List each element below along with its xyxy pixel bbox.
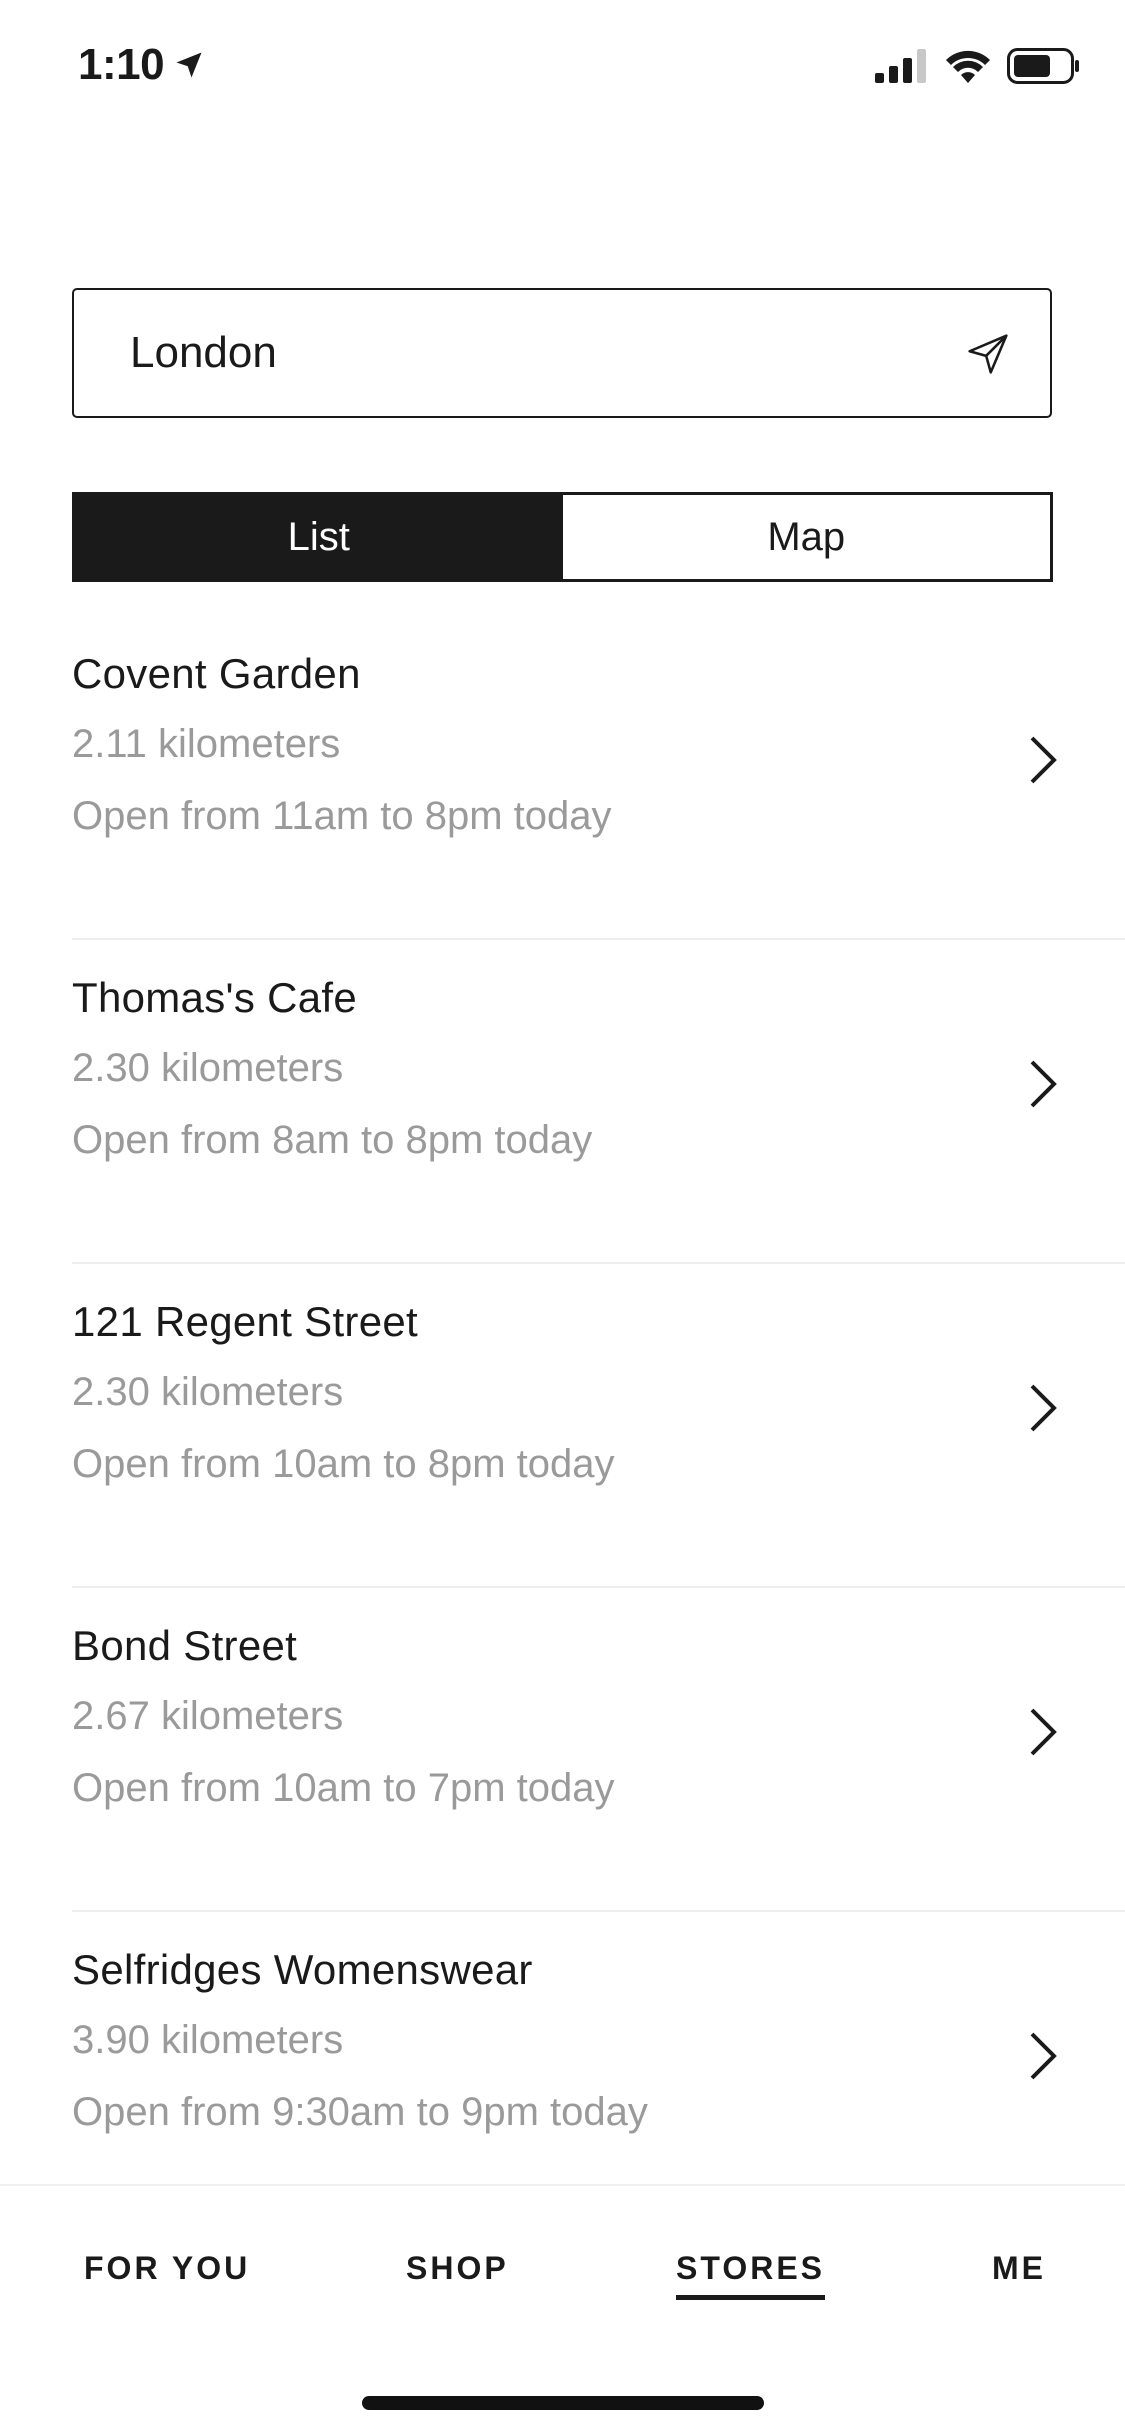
store-distance: 2.30 kilometers — [72, 1370, 344, 1414]
chevron-right-icon[interactable] — [1022, 1054, 1062, 1114]
store-list-item[interactable]: Bond Street 2.67 kilometers Open from 10… — [72, 1588, 1125, 1912]
status-indicators — [875, 48, 1081, 84]
map-view-tab[interactable]: Map — [563, 495, 1051, 579]
locate-me-icon[interactable] — [966, 332, 1010, 376]
location-arrow-icon — [176, 52, 202, 78]
store-list-item[interactable]: Covent Garden 2.11 kilometers Open from … — [72, 616, 1125, 940]
status-bar: 1:10 — [0, 0, 1125, 132]
store-hours: Open from 9:30am to 9pm today — [72, 2090, 648, 2134]
store-list: Covent Garden 2.11 kilometers Open from … — [72, 616, 1125, 2236]
tab-me[interactable]: ME — [992, 2250, 1046, 2295]
status-time-text: 1:10 — [78, 40, 165, 89]
store-name: Bond Street — [72, 1622, 298, 1669]
store-distance: 2.11 kilometers — [72, 722, 341, 766]
store-hours: Open from 8am to 8pm today — [72, 1118, 593, 1162]
store-name: 121 Regent Street — [72, 1298, 419, 1345]
store-name: Thomas's Cafe — [72, 974, 358, 1021]
tab-stores[interactable]: STORES — [676, 2250, 825, 2300]
status-time: 1:10 — [78, 40, 204, 90]
tab-shop[interactable]: SHOP — [406, 2250, 509, 2295]
store-distance: 2.30 kilometers — [72, 1046, 344, 1090]
cellular-signal-icon — [875, 49, 926, 83]
location-search-box[interactable]: London — [72, 288, 1052, 418]
store-distance: 3.90 kilometers — [72, 2018, 344, 2062]
store-list-item[interactable]: Thomas's Cafe 2.30 kilometers Open from … — [72, 940, 1125, 1264]
home-indicator[interactable] — [362, 2396, 764, 2410]
chevron-right-icon[interactable] — [1022, 1378, 1062, 1438]
store-hours: Open from 11am to 8pm today — [72, 794, 612, 838]
chevron-right-icon[interactable] — [1022, 730, 1062, 790]
chevron-right-icon[interactable] — [1022, 2026, 1062, 2086]
list-view-tab[interactable]: List — [75, 495, 563, 579]
tab-for-you[interactable]: FOR YOU — [84, 2250, 250, 2295]
store-hours: Open from 10am to 7pm today — [72, 1766, 615, 1810]
list-map-toggle: List Map — [72, 492, 1053, 582]
store-name: Covent Garden — [72, 650, 361, 697]
wifi-icon — [946, 50, 990, 83]
bottom-tab-bar: FOR YOU SHOP STORES ME — [0, 2184, 1125, 2436]
store-hours: Open from 10am to 8pm today — [72, 1442, 615, 1486]
location-search-input[interactable]: London — [130, 290, 277, 416]
store-name: Selfridges Womenswear — [72, 1946, 533, 1993]
store-distance: 2.67 kilometers — [72, 1694, 344, 1738]
battery-icon — [1007, 48, 1079, 84]
store-list-item[interactable]: 121 Regent Street 2.30 kilometers Open f… — [72, 1264, 1125, 1588]
chevron-right-icon[interactable] — [1022, 1702, 1062, 1762]
